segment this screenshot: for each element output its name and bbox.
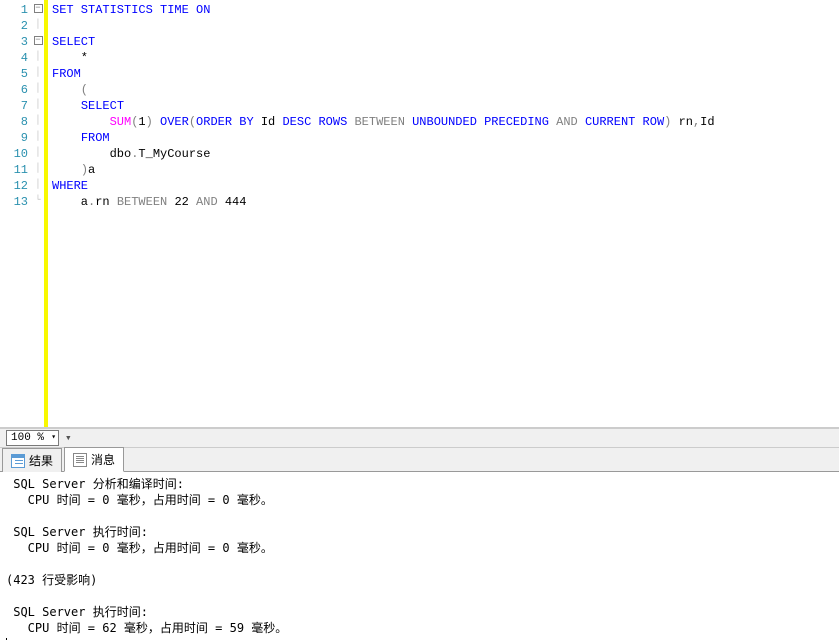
fold-toggle-icon[interactable]: −	[34, 36, 43, 45]
code-line[interactable]: SET STATISTICS TIME ON	[52, 2, 835, 18]
tab-messages-label: 消息	[91, 451, 115, 468]
tab-results-label: 结果	[29, 452, 53, 469]
fold-toggle-icon[interactable]: −	[34, 4, 43, 13]
code-line[interactable]: WHERE	[52, 178, 835, 194]
results-tabs: 结果 消息	[0, 448, 839, 472]
line-number: 6	[2, 82, 28, 98]
line-number: 1	[2, 2, 28, 18]
code-line[interactable]: FROM	[52, 66, 835, 82]
zoom-dash: ▾	[65, 431, 72, 445]
line-number: 7	[2, 98, 28, 114]
line-number: 4	[2, 50, 28, 66]
msg-rows-affected: (423 行受影响)	[6, 573, 97, 587]
msg-parse-title: SQL Server 分析和编译时间:	[6, 477, 191, 491]
messages-pane[interactable]: SQL Server 分析和编译时间: CPU 时间 = 0 毫秒，占用时间 =…	[0, 472, 839, 640]
line-number-gutter: 12345678910111213	[0, 0, 32, 427]
tab-results[interactable]: 结果	[2, 448, 62, 472]
msg-parse-line: CPU 时间 = 0 毫秒，占用时间 = 0 毫秒。	[6, 493, 273, 507]
line-number: 8	[2, 114, 28, 130]
line-number: 9	[2, 130, 28, 146]
sql-editor[interactable]: 12345678910111213 −│−│││││││││└ SET STAT…	[0, 0, 839, 428]
code-line[interactable]	[52, 18, 835, 34]
line-number: 10	[2, 146, 28, 162]
tab-messages[interactable]: 消息	[64, 447, 124, 472]
code-line[interactable]: SELECT	[52, 34, 835, 50]
line-number: 11	[2, 162, 28, 178]
code-line[interactable]: SELECT	[52, 98, 835, 114]
line-number: 2	[2, 18, 28, 34]
msg-exec1-line: CPU 时间 = 0 毫秒，占用时间 = 0 毫秒。	[6, 541, 273, 555]
code-line[interactable]: )a	[52, 162, 835, 178]
line-number: 3	[2, 34, 28, 50]
msg-exec2-line: CPU 时间 = 62 毫秒，占用时间 = 59 毫秒。	[6, 621, 287, 635]
code-line[interactable]: SUM(1) OVER(ORDER BY Id DESC ROWS BETWEE…	[52, 114, 835, 130]
line-number: 5	[2, 66, 28, 82]
code-line[interactable]: dbo.T_MyCourse	[52, 146, 835, 162]
code-line[interactable]: FROM	[52, 130, 835, 146]
zoom-bar: 100 % ▾	[0, 428, 839, 448]
grid-icon	[11, 454, 25, 468]
code-line[interactable]: *	[52, 50, 835, 66]
code-area[interactable]: SET STATISTICS TIME ON SELECT *FROM ( SE…	[48, 0, 839, 427]
zoom-combo[interactable]: 100 %	[6, 430, 59, 446]
msg-exec1-title: SQL Server 执行时间:	[6, 525, 148, 539]
line-number: 13	[2, 194, 28, 210]
fold-column[interactable]: −│−│││││││││└	[32, 0, 44, 427]
msg-exec2-title: SQL Server 执行时间:	[6, 605, 148, 619]
code-line[interactable]: a.rn BETWEEN 22 AND 444	[52, 194, 835, 210]
document-icon	[73, 453, 87, 467]
code-line[interactable]: (	[52, 82, 835, 98]
line-number: 12	[2, 178, 28, 194]
